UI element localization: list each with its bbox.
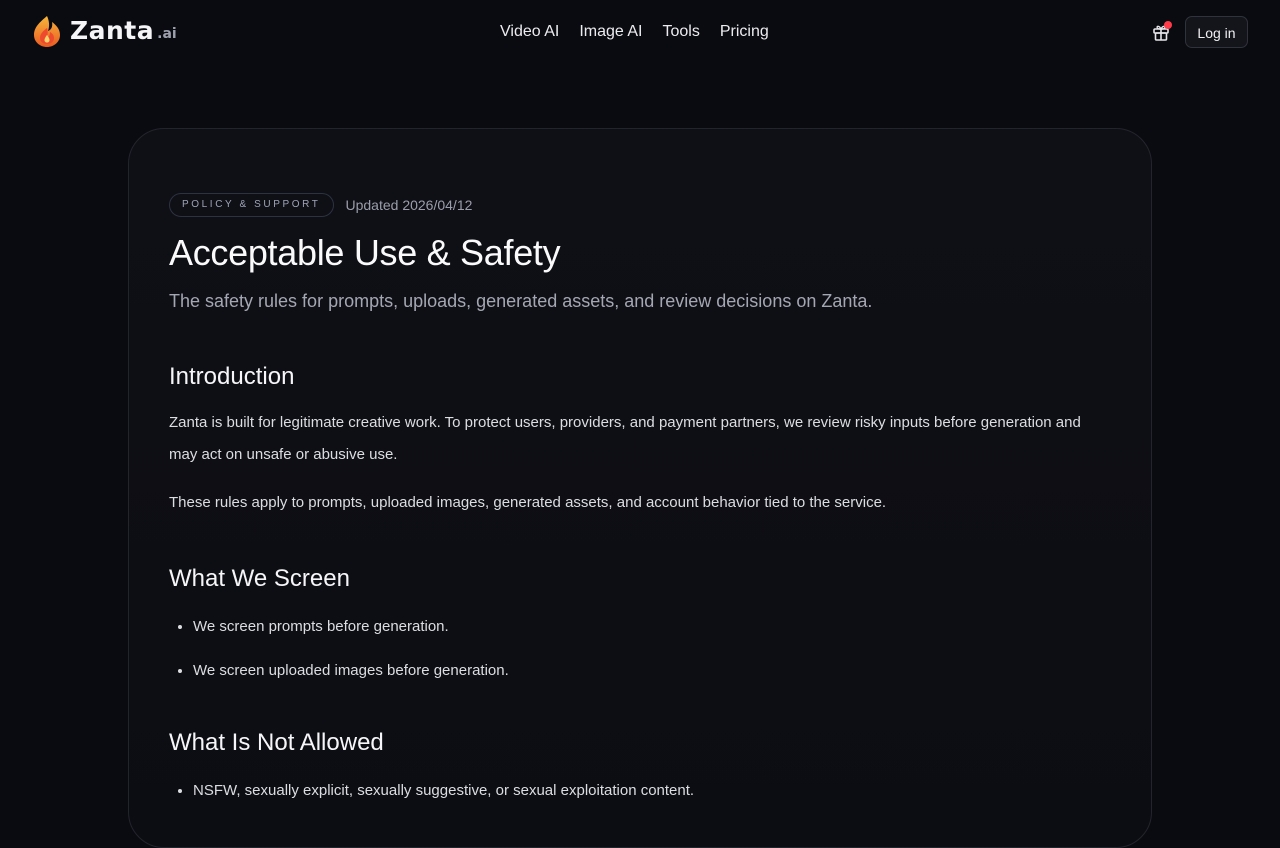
meta-row: POLICY & SUPPORT Updated 2026/04/12 — [169, 193, 1113, 217]
section-heading: What We Screen — [169, 565, 350, 592]
section-heading: Introduction — [169, 363, 295, 390]
brand-logo[interactable]: Zanta .ai — [32, 14, 177, 48]
section-introduction: Introduction Zanta is built for legitima… — [169, 363, 1113, 519]
nav-item-pricing[interactable]: Pricing — [720, 20, 769, 44]
list-item: NSFW, sexually explicit, sexually sugges… — [193, 779, 1113, 803]
policy-card: POLICY & SUPPORT Updated 2026/04/12 Acce… — [128, 128, 1152, 848]
page-title: Acceptable Use & Safety — [169, 232, 561, 273]
nav-item-image-ai[interactable]: Image AI — [579, 20, 642, 44]
bullet-list: NSFW, sexually explicit, sexually sugges… — [169, 779, 1113, 803]
nav-item-tools[interactable]: Tools — [662, 20, 699, 44]
section-what-is-not-allowed: What Is Not Allowed NSFW, sexually expli… — [169, 729, 1113, 803]
brand-tld: .ai — [157, 26, 177, 42]
nav-item-video-ai[interactable]: Video AI — [500, 20, 559, 44]
main-nav: Video AI Image AI Tools Pricing — [500, 20, 769, 44]
section-what-we-screen: What We Screen We screen prompts before … — [169, 565, 1113, 683]
section-heading: What Is Not Allowed — [169, 729, 384, 756]
policy-content: POLICY & SUPPORT Updated 2026/04/12 Acce… — [169, 193, 1113, 803]
list-item: We screen uploaded images before generat… — [193, 659, 1113, 683]
zanta-flame-icon — [34, 16, 60, 47]
notification-dot — [1164, 21, 1172, 29]
paragraph: Zanta is built for legitimate creative w… — [169, 414, 1081, 463]
category-tag: POLICY & SUPPORT — [169, 193, 334, 217]
page-subtitle: The safety rules for prompts, uploads, g… — [169, 291, 873, 311]
list-item: We screen prompts before generation. — [193, 615, 1113, 639]
paragraph: These rules apply to prompts, uploaded i… — [169, 494, 887, 511]
login-button[interactable]: Log in — [1185, 16, 1248, 48]
brand-name: Zanta — [70, 16, 155, 45]
updated-date: Updated 2026/04/12 — [345, 197, 473, 213]
top-navigation-bar: Zanta .ai Video AI Image AI Tools Pricin… — [0, 0, 1280, 64]
bullet-list: We screen prompts before generation. We … — [169, 615, 1113, 683]
